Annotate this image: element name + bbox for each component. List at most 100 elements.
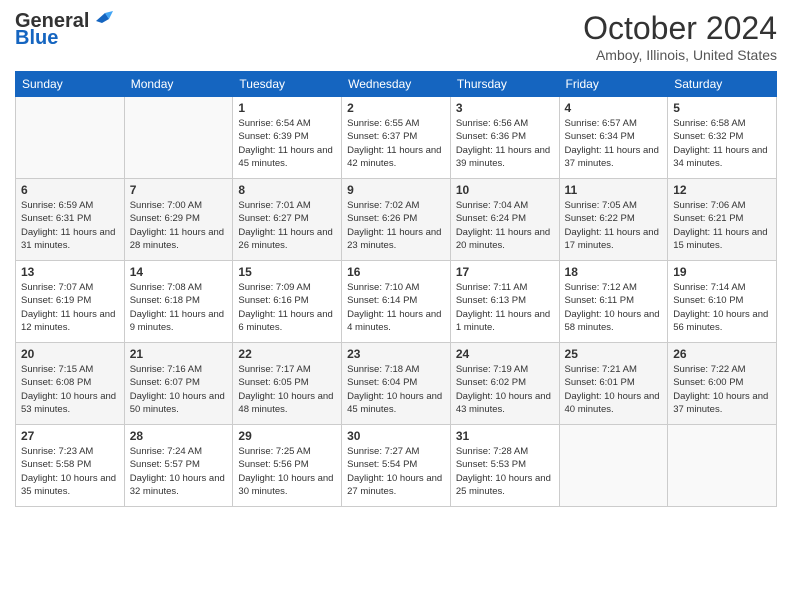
day-cell: 10Sunrise: 7:04 AM Sunset: 6:24 PM Dayli…: [450, 179, 559, 261]
day-cell: 13 Sunrise: 7:07 AM Sunset: 6:19 PM Dayli…: [16, 261, 125, 343]
day-cell: 7 Sunrise: 7:00 AM Sunset: 6:29 PM Daylig…: [124, 179, 233, 261]
day-cell: 2Sunrise: 6:55 AM Sunset: 6:37 PM Daylig…: [342, 97, 451, 179]
day-number: 17: [456, 265, 554, 279]
day-number: 9: [347, 183, 445, 197]
day-info: Sunrise: 6:59 AM Sunset: 6:31 PM Dayligh…: [21, 199, 119, 252]
day-number: 13: [21, 265, 119, 279]
day-number: 4: [565, 101, 663, 115]
day-cell: [559, 425, 668, 507]
day-cell: 19 Sunrise: 7:14 AM Sunset: 6:10 PM Dayli…: [668, 261, 777, 343]
day-cell: 25 Sunrise: 7:21 AM Sunset: 6:01 PM Dayli…: [559, 343, 668, 425]
day-cell: 22Sunrise: 7:17 AM Sunset: 6:05 PM Dayli…: [233, 343, 342, 425]
day-number: 20: [21, 347, 119, 361]
location: Amboy, Illinois, United States: [583, 47, 777, 63]
day-cell: 23 Sunrise: 7:18 AM Sunset: 6:04 PM Dayli…: [342, 343, 451, 425]
day-cell: 1Sunrise: 6:54 AM Sunset: 6:39 PM Daylig…: [233, 97, 342, 179]
day-number: 2: [347, 101, 445, 115]
day-cell: 5 Sunrise: 6:58 AM Sunset: 6:32 PM Daylig…: [668, 97, 777, 179]
day-cell: 30 Sunrise: 7:27 AM Sunset: 5:54 PM Dayli…: [342, 425, 451, 507]
day-info: Sunrise: 7:28 AM Sunset: 5:53 PM Dayligh…: [456, 445, 554, 498]
day-info: Sunrise: 7:07 AM Sunset: 6:19 PM Dayligh…: [21, 281, 119, 334]
day-number: 1: [238, 101, 336, 115]
day-cell: 29Sunrise: 7:25 AM Sunset: 5:56 PM Dayli…: [233, 425, 342, 507]
day-number: 21: [130, 347, 228, 361]
day-number: 26: [673, 347, 771, 361]
day-number: 12: [673, 183, 771, 197]
day-cell: 12 Sunrise: 7:06 AM Sunset: 6:21 PM Dayli…: [668, 179, 777, 261]
col-header-friday: Friday: [559, 72, 668, 97]
day-info: Sunrise: 7:09 AM Sunset: 6:16 PM Dayligh…: [238, 281, 336, 334]
day-cell: 27 Sunrise: 7:23 AM Sunset: 5:58 PM Dayli…: [16, 425, 125, 507]
logo-bird-icon: [91, 11, 113, 29]
day-cell: 16Sunrise: 7:10 AM Sunset: 6:14 PM Dayli…: [342, 261, 451, 343]
day-number: 14: [130, 265, 228, 279]
day-number: 10: [456, 183, 554, 197]
day-info: Sunrise: 7:17 AM Sunset: 6:05 PM Dayligh…: [238, 363, 336, 416]
day-cell: 28Sunrise: 7:24 AM Sunset: 5:57 PM Dayli…: [124, 425, 233, 507]
day-number: 19: [673, 265, 771, 279]
day-info: Sunrise: 7:16 AM Sunset: 6:07 PM Dayligh…: [130, 363, 228, 416]
day-info: Sunrise: 6:57 AM Sunset: 6:34 PM Dayligh…: [565, 117, 663, 170]
page-container: General Blue October 2024 Amboy, Illinoi…: [0, 0, 792, 517]
day-info: Sunrise: 7:05 AM Sunset: 6:22 PM Dayligh…: [565, 199, 663, 252]
col-header-monday: Monday: [124, 72, 233, 97]
day-cell: 31 Sunrise: 7:28 AM Sunset: 5:53 PM Dayli…: [450, 425, 559, 507]
week-row-3: 13 Sunrise: 7:07 AM Sunset: 6:19 PM Dayli…: [16, 261, 777, 343]
day-number: 11: [565, 183, 663, 197]
day-info: Sunrise: 6:58 AM Sunset: 6:32 PM Dayligh…: [673, 117, 771, 170]
day-number: 23: [347, 347, 445, 361]
day-number: 6: [21, 183, 119, 197]
day-info: Sunrise: 7:15 AM Sunset: 6:08 PM Dayligh…: [21, 363, 119, 416]
day-info: Sunrise: 7:24 AM Sunset: 5:57 PM Dayligh…: [130, 445, 228, 498]
day-cell: 15 Sunrise: 7:09 AM Sunset: 6:16 PM Dayli…: [233, 261, 342, 343]
day-info: Sunrise: 7:19 AM Sunset: 6:02 PM Dayligh…: [456, 363, 554, 416]
day-cell: 18 Sunrise: 7:12 AM Sunset: 6:11 PM Dayli…: [559, 261, 668, 343]
header: General Blue October 2024 Amboy, Illinoi…: [15, 10, 777, 63]
day-info: Sunrise: 7:08 AM Sunset: 6:18 PM Dayligh…: [130, 281, 228, 334]
logo-blue: Blue: [15, 27, 58, 50]
day-info: Sunrise: 7:23 AM Sunset: 5:58 PM Dayligh…: [21, 445, 119, 498]
col-header-sunday: Sunday: [16, 72, 125, 97]
day-info: Sunrise: 7:11 AM Sunset: 6:13 PM Dayligh…: [456, 281, 554, 334]
day-info: Sunrise: 7:21 AM Sunset: 6:01 PM Dayligh…: [565, 363, 663, 416]
day-info: Sunrise: 7:01 AM Sunset: 6:27 PM Dayligh…: [238, 199, 336, 252]
day-number: 18: [565, 265, 663, 279]
week-row-5: 27 Sunrise: 7:23 AM Sunset: 5:58 PM Dayli…: [16, 425, 777, 507]
day-cell: [668, 425, 777, 507]
day-number: 5: [673, 101, 771, 115]
day-info: Sunrise: 7:00 AM Sunset: 6:29 PM Dayligh…: [130, 199, 228, 252]
day-number: 30: [347, 429, 445, 443]
day-number: 15: [238, 265, 336, 279]
day-number: 27: [21, 429, 119, 443]
day-info: Sunrise: 6:56 AM Sunset: 6:36 PM Dayligh…: [456, 117, 554, 170]
day-info: Sunrise: 7:14 AM Sunset: 6:10 PM Dayligh…: [673, 281, 771, 334]
week-row-1: 1Sunrise: 6:54 AM Sunset: 6:39 PM Daylig…: [16, 97, 777, 179]
day-info: Sunrise: 7:02 AM Sunset: 6:26 PM Dayligh…: [347, 199, 445, 252]
day-cell: 4 Sunrise: 6:57 AM Sunset: 6:34 PM Daylig…: [559, 97, 668, 179]
day-cell: 20 Sunrise: 7:15 AM Sunset: 6:08 PM Dayli…: [16, 343, 125, 425]
day-number: 8: [238, 183, 336, 197]
day-cell: 6 Sunrise: 6:59 AM Sunset: 6:31 PM Daylig…: [16, 179, 125, 261]
logo: General Blue: [15, 10, 113, 50]
day-number: 25: [565, 347, 663, 361]
day-cell: 26 Sunrise: 7:22 AM Sunset: 6:00 PM Dayli…: [668, 343, 777, 425]
title-area: October 2024 Amboy, Illinois, United Sta…: [583, 10, 777, 63]
day-number: 31: [456, 429, 554, 443]
day-info: Sunrise: 7:18 AM Sunset: 6:04 PM Dayligh…: [347, 363, 445, 416]
day-number: 7: [130, 183, 228, 197]
day-cell: 11 Sunrise: 7:05 AM Sunset: 6:22 PM Dayli…: [559, 179, 668, 261]
day-cell: 9 Sunrise: 7:02 AM Sunset: 6:26 PM Daylig…: [342, 179, 451, 261]
day-info: Sunrise: 7:22 AM Sunset: 6:00 PM Dayligh…: [673, 363, 771, 416]
day-cell: 17 Sunrise: 7:11 AM Sunset: 6:13 PM Dayli…: [450, 261, 559, 343]
day-cell: 14 Sunrise: 7:08 AM Sunset: 6:18 PM Dayli…: [124, 261, 233, 343]
day-info: Sunrise: 7:27 AM Sunset: 5:54 PM Dayligh…: [347, 445, 445, 498]
month-title: October 2024: [583, 10, 777, 47]
day-cell: 21 Sunrise: 7:16 AM Sunset: 6:07 PM Dayli…: [124, 343, 233, 425]
day-info: Sunrise: 7:25 AM Sunset: 5:56 PM Dayligh…: [238, 445, 336, 498]
col-header-wednesday: Wednesday: [342, 72, 451, 97]
week-row-4: 20 Sunrise: 7:15 AM Sunset: 6:08 PM Dayli…: [16, 343, 777, 425]
day-cell: 3Sunrise: 6:56 AM Sunset: 6:36 PM Daylig…: [450, 97, 559, 179]
day-info: Sunrise: 7:12 AM Sunset: 6:11 PM Dayligh…: [565, 281, 663, 334]
day-info: Sunrise: 7:06 AM Sunset: 6:21 PM Dayligh…: [673, 199, 771, 252]
col-header-thursday: Thursday: [450, 72, 559, 97]
